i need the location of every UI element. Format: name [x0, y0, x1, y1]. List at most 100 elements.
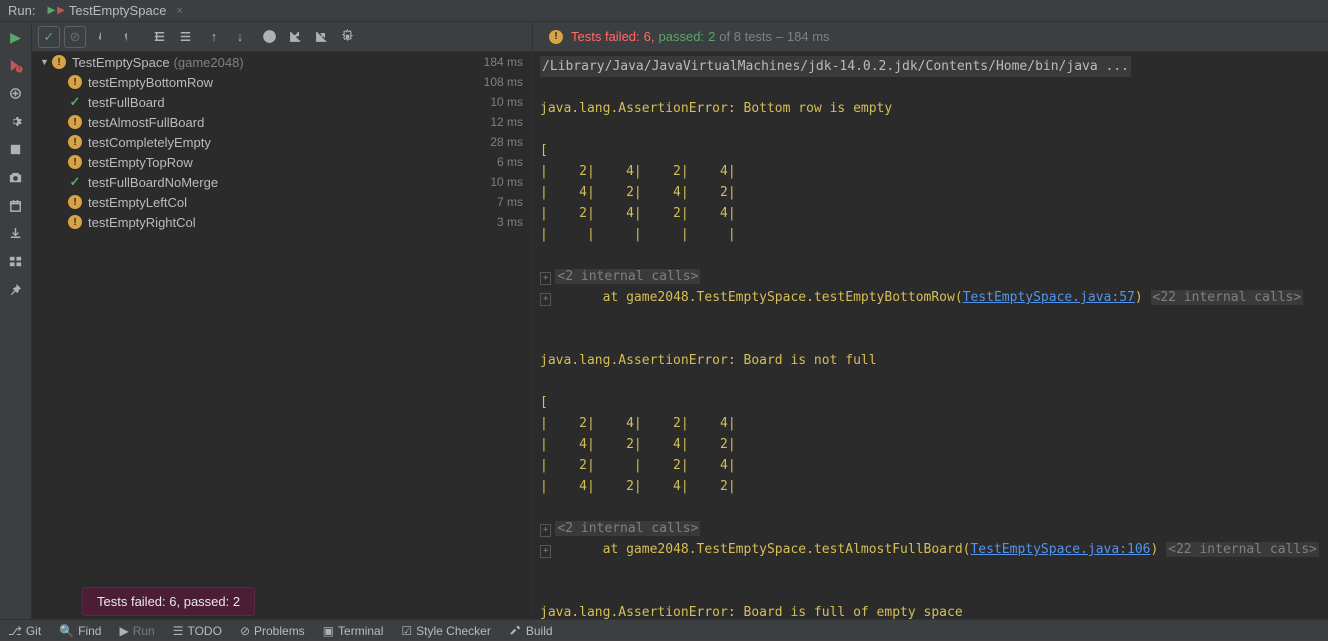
- git-tool-window[interactable]: ⎇Git: [8, 624, 41, 638]
- expand-icon[interactable]: +: [540, 545, 551, 558]
- expand-icon[interactable]: +: [540, 524, 551, 537]
- fail-icon: !: [68, 135, 82, 149]
- assertion-error-3: java.lang.AssertionError: Board is full …: [540, 605, 963, 619]
- fail-icon: !: [68, 195, 82, 209]
- warning-icon: !: [549, 30, 563, 44]
- style-checker-tool-window[interactable]: ☑Style Checker: [401, 624, 490, 638]
- test-row[interactable]: ! testAlmostFullBoard12 ms: [32, 112, 531, 132]
- find-tool-window[interactable]: 🔍Find: [59, 624, 101, 638]
- rerun-icon[interactable]: ▶: [7, 28, 25, 46]
- test-row[interactable]: ! testEmptyBottomRow108 ms: [32, 72, 531, 92]
- sort-duration-icon[interactable]: [119, 26, 141, 48]
- test-row[interactable]: !testCompletelyEmpty28 ms: [32, 132, 531, 152]
- bottom-toolbar: ⎇Git 🔍Find ▶Run ☰TODO ⊘Problems ▣Termina…: [0, 619, 1328, 641]
- collapse-all-icon[interactable]: [174, 26, 196, 48]
- summary-passed-count: 2: [708, 29, 715, 44]
- show-passed-icon[interactable]: ✓: [38, 26, 60, 48]
- internal-calls[interactable]: <22 internal calls>: [1166, 542, 1319, 557]
- build-tool-window[interactable]: Build: [509, 623, 553, 639]
- git-icon: ⎇: [8, 624, 22, 638]
- chevron-down-icon[interactable]: ▼: [40, 57, 50, 67]
- test-time: 10 ms: [490, 175, 523, 189]
- export-tests-icon[interactable]: [310, 26, 332, 48]
- status-tooltip: Tests failed: 6, passed: 2: [82, 587, 255, 616]
- test-time: 10 ms: [490, 95, 523, 109]
- problems-tool-window[interactable]: ⊘Problems: [240, 624, 305, 638]
- layout-icon[interactable]: [7, 252, 25, 270]
- test-row[interactable]: ✓testFullBoard10 ms: [32, 92, 531, 112]
- test-time: 7 ms: [497, 195, 523, 209]
- next-failed-icon[interactable]: ↓: [229, 26, 251, 48]
- left-gutter: ▶ !: [0, 22, 32, 619]
- test-name: testFullBoard: [88, 95, 490, 110]
- test-row[interactable]: !testEmptyLeftCol7 ms: [32, 192, 531, 212]
- warning-icon: ⊘: [240, 624, 250, 638]
- terminal-icon: ▣: [323, 624, 334, 638]
- test-root-row[interactable]: ▼ ! TestEmptySpace(game2048) 184 ms: [32, 52, 531, 72]
- close-icon[interactable]: ×: [176, 5, 182, 17]
- internal-calls[interactable]: <2 internal calls>: [555, 521, 700, 536]
- import-icon[interactable]: [7, 224, 25, 242]
- search-icon: 🔍: [59, 624, 74, 638]
- test-tree[interactable]: ▼ ! TestEmptySpace(game2048) 184 ms !tes…: [32, 52, 532, 619]
- internal-calls[interactable]: <22 internal calls>: [1151, 290, 1304, 305]
- test-toolbar: ✓ ⊘ ↑ ↓: [32, 22, 532, 52]
- test-time: 12 ms: [490, 115, 523, 129]
- todo-tool-window[interactable]: ☰TODO: [173, 624, 222, 638]
- test-time: 184 ms: [484, 55, 523, 69]
- expand-all-icon[interactable]: [148, 26, 170, 48]
- fail-icon: !: [68, 115, 82, 129]
- test-history-icon[interactable]: [258, 26, 280, 48]
- pass-icon: ✓: [68, 175, 82, 189]
- run-config-tab[interactable]: ▶ ▶ TestEmptySpace ×: [47, 3, 182, 18]
- test-time: 3 ms: [497, 215, 523, 229]
- play-icon: ▶: [119, 624, 128, 638]
- test-row[interactable]: !testEmptyTopRow6 ms: [32, 152, 531, 172]
- config-name: TestEmptySpace: [69, 3, 167, 18]
- test-settings-icon[interactable]: [336, 26, 358, 48]
- fail-icon: !: [68, 155, 82, 169]
- rerun-failed-icon[interactable]: !: [7, 56, 25, 74]
- console-output[interactable]: /Library/Java/JavaVirtualMachines/jdk-14…: [532, 52, 1328, 619]
- test-row[interactable]: ✓testFullBoardNoMerge10 ms: [32, 172, 531, 192]
- pin-icon[interactable]: [7, 280, 25, 298]
- test-summary: ! Tests failed: 6, passed: 2 of 8 tests …: [532, 22, 1328, 52]
- run-label: Run:: [8, 3, 35, 18]
- list-icon: ☰: [173, 624, 184, 638]
- cmd-line: /Library/Java/JavaVirtualMachines/jdk-14…: [540, 56, 1131, 77]
- fail-icon: !: [68, 75, 82, 89]
- board-output-2: [ | 2| 4| 2| 4| | 4| 2| 4| 2| | 2| | 2| …: [540, 395, 736, 494]
- show-ignored-icon[interactable]: ⊘: [64, 26, 86, 48]
- internal-calls[interactable]: <2 internal calls>: [555, 269, 700, 284]
- summary-duration: – 184 ms: [776, 29, 829, 44]
- assertion-error-2: java.lang.AssertionError: Board is not f…: [540, 353, 877, 368]
- run-header: Run: ▶ ▶ TestEmptySpace ×: [0, 0, 1328, 22]
- expand-icon[interactable]: +: [540, 272, 551, 285]
- run-tool-window[interactable]: ▶Run: [119, 624, 154, 638]
- summary-passed-label: passed:: [659, 29, 705, 44]
- settings-icon[interactable]: [7, 112, 25, 130]
- expand-icon[interactable]: +: [540, 293, 551, 306]
- prev-failed-icon[interactable]: ↑: [203, 26, 225, 48]
- import-tests-icon[interactable]: [284, 26, 306, 48]
- camera-icon[interactable]: [7, 168, 25, 186]
- summary-total: of 8 tests: [719, 29, 772, 44]
- terminal-tool-window[interactable]: ▣Terminal: [323, 624, 384, 638]
- toggle-autotest-icon[interactable]: [7, 84, 25, 102]
- hammer-icon: [509, 623, 522, 639]
- test-row[interactable]: !testEmptyRightCol3 ms: [32, 212, 531, 232]
- test-name: testAlmostFullBoard: [88, 115, 490, 130]
- sort-alpha-icon[interactable]: [93, 26, 115, 48]
- test-time: 108 ms: [484, 75, 523, 89]
- fail-icon: !: [68, 215, 82, 229]
- source-link-2[interactable]: TestEmptySpace.java:106: [970, 542, 1150, 557]
- source-link-1[interactable]: TestEmptySpace.java:57: [963, 290, 1135, 305]
- play-icon: ▶: [47, 5, 55, 16]
- summary-failed-label: Tests failed:: [571, 29, 640, 44]
- board-output-1: [ | 2| 4| 2| 4| | 4| 2| 4| 2| | 2| 4| 2|…: [540, 143, 736, 242]
- history-icon[interactable]: [7, 196, 25, 214]
- test-name: testEmptyBottomRow: [88, 75, 484, 90]
- test-name: testEmptyTopRow: [88, 155, 497, 170]
- stop-button-icon[interactable]: [7, 140, 25, 158]
- assertion-error-1: java.lang.AssertionError: Bottom row is …: [540, 101, 892, 116]
